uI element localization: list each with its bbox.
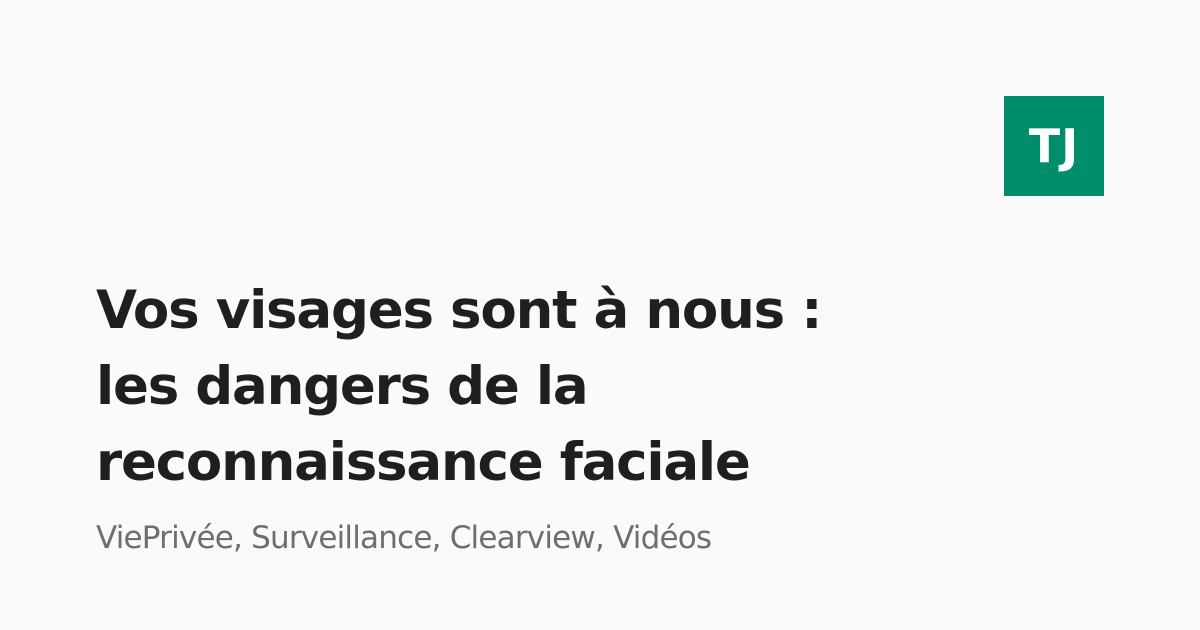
- tag-list: ViePrivée, Surveillance, Clearview, Vidé…: [96, 520, 712, 556]
- title-line-3: reconnaissance faciale: [96, 432, 751, 493]
- page-title: Vos visages sont à nous : les dangers de…: [96, 273, 996, 501]
- title-line-1: Vos visages sont à nous :: [96, 280, 822, 341]
- logo-badge: TJ: [1004, 96, 1104, 196]
- logo-text: TJ: [1028, 119, 1080, 173]
- title-line-2: les dangers de la: [96, 356, 589, 417]
